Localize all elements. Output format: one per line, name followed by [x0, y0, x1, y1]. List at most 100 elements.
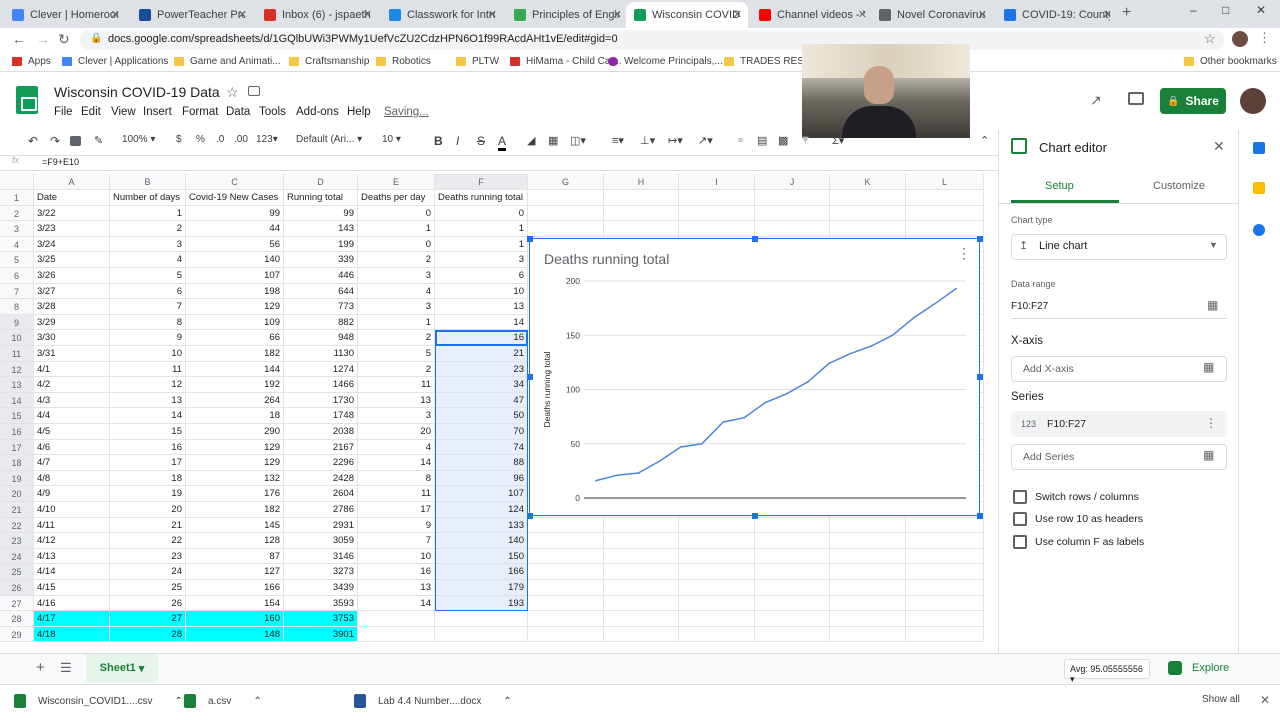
table-cell[interactable] — [906, 548, 984, 565]
table-cell[interactable] — [830, 611, 906, 627]
bookmark-item[interactable]: Game and Animati... — [174, 56, 281, 67]
explore-button[interactable]: Explore — [1192, 662, 1229, 674]
table-cell[interactable] — [830, 533, 906, 549]
table-cell[interactable]: 4/16 — [34, 595, 110, 612]
table-cell[interactable]: 140 — [186, 252, 284, 268]
table-cell[interactable]: 148 — [186, 626, 284, 643]
vertical-align-icon[interactable]: ⊥▾ — [640, 134, 655, 147]
table-cell[interactable]: 14 — [358, 455, 435, 471]
paint-format-icon[interactable]: ✎ — [94, 134, 103, 147]
saving-status[interactable]: Saving... — [384, 106, 429, 118]
browser-tab[interactable]: Novel Coronavirus ✕ — [871, 2, 993, 28]
row-header[interactable]: 2 — [0, 205, 34, 222]
menu-data[interactable]: Data — [226, 106, 250, 118]
table-cell[interactable]: 109 — [186, 314, 284, 331]
column-title-cell[interactable]: Number of days — [110, 190, 186, 206]
insert-comment-icon[interactable]: ▤ — [757, 134, 767, 147]
table-cell[interactable] — [830, 517, 906, 534]
row-header[interactable]: 6 — [0, 268, 34, 284]
table-cell[interactable]: 1 — [358, 314, 435, 331]
table-cell[interactable]: 23 — [110, 548, 186, 565]
table-cell[interactable]: 4 — [110, 252, 186, 268]
row-header[interactable]: 21 — [0, 502, 34, 518]
table-cell[interactable]: 4/3 — [34, 392, 110, 409]
column-header[interactable]: A — [34, 174, 110, 190]
table-cell[interactable]: 132 — [186, 470, 284, 487]
column-title-cell[interactable]: Date — [34, 190, 110, 206]
table-cell[interactable]: 5 — [110, 268, 186, 284]
close-tab-icon[interactable]: ✕ — [1103, 8, 1112, 21]
data-range-input[interactable]: F10:F27 — [1011, 301, 1048, 312]
table-cell[interactable] — [906, 611, 984, 627]
table-cell[interactable] — [435, 626, 528, 643]
checkbox-row-headers[interactable] — [1013, 512, 1027, 526]
table-cell[interactable]: 2428 — [284, 470, 358, 487]
table-cell[interactable]: 22 — [110, 533, 186, 549]
activity-icon[interactable]: ↗ — [1090, 92, 1102, 109]
table-cell[interactable]: 2786 — [284, 502, 358, 518]
table-cell[interactable] — [679, 580, 755, 596]
column-header[interactable]: E — [358, 174, 435, 190]
table-cell[interactable]: 144 — [186, 361, 284, 378]
explore-icon[interactable] — [1168, 661, 1182, 675]
table-cell[interactable] — [528, 595, 604, 612]
row-header[interactable]: 26 — [0, 580, 34, 596]
reload-icon[interactable]: ↻ — [58, 31, 70, 48]
functions-icon[interactable]: Σ▾ — [832, 134, 844, 147]
star-bookmark-icon[interactable]: ☆ — [1204, 31, 1216, 47]
collapse-toolbar-icon[interactable]: ⌃ — [980, 134, 989, 147]
table-cell[interactable]: 1130 — [284, 346, 358, 362]
table-cell[interactable]: 9 — [358, 517, 435, 534]
horizontal-align-icon[interactable]: ≡▾ — [612, 134, 624, 147]
column-header[interactable]: H — [604, 174, 679, 190]
table-cell[interactable]: 17 — [358, 502, 435, 518]
row-header[interactable]: 27 — [0, 595, 34, 612]
grid-icon[interactable]: ▦ — [1203, 448, 1214, 462]
table-cell[interactable]: 166 — [186, 580, 284, 596]
table-cell[interactable]: 66 — [186, 330, 284, 346]
table-cell[interactable] — [528, 517, 604, 534]
table-cell[interactable]: 3/22 — [34, 205, 110, 222]
table-cell[interactable]: 7 — [358, 533, 435, 549]
filter-icon[interactable]: ▼ — [800, 134, 811, 146]
table-cell[interactable]: 10 — [435, 283, 528, 300]
series-line[interactable] — [595, 287, 957, 482]
tasks-icon[interactable] — [1253, 224, 1265, 236]
table-cell[interactable] — [528, 533, 604, 549]
table-cell[interactable]: 2167 — [284, 439, 358, 456]
table-cell[interactable]: 3/26 — [34, 268, 110, 284]
select-all-corner[interactable] — [0, 174, 34, 190]
table-cell[interactable]: 3/28 — [34, 299, 110, 315]
keep-icon[interactable] — [1253, 182, 1265, 194]
table-cell[interactable] — [528, 221, 604, 237]
tab-customize[interactable]: Customize — [1153, 180, 1205, 192]
table-cell[interactable] — [906, 595, 984, 612]
table-cell[interactable] — [604, 533, 679, 549]
merge-cells-icon[interactable]: ◫▾ — [570, 134, 586, 147]
column-title-cell[interactable] — [830, 190, 906, 206]
insert-chart-icon[interactable]: ▩ — [778, 134, 788, 147]
table-cell[interactable]: 3753 — [284, 611, 358, 627]
table-cell[interactable]: 8 — [358, 470, 435, 487]
table-cell[interactable]: 11 — [110, 361, 186, 378]
font-size-select[interactable]: 10 ▾ — [382, 134, 401, 145]
table-cell[interactable]: 21 — [110, 517, 186, 534]
table-cell[interactable] — [906, 564, 984, 580]
row-header[interactable]: 13 — [0, 377, 34, 393]
table-cell[interactable] — [679, 548, 755, 565]
resize-handle[interactable] — [527, 513, 533, 519]
line-chart[interactable]: Deaths running total ⋮ 0 50 100 150 200 Death… — [527, 236, 983, 519]
column-header[interactable]: K — [830, 174, 906, 190]
table-cell[interactable]: 15 — [110, 424, 186, 440]
column-title-cell[interactable] — [906, 190, 984, 206]
table-cell[interactable]: 6 — [435, 268, 528, 284]
table-cell[interactable]: 13 — [358, 580, 435, 596]
table-cell[interactable]: 4/10 — [34, 502, 110, 518]
bookmark-item[interactable]: PLTW — [456, 56, 499, 67]
table-cell[interactable]: 2 — [110, 221, 186, 237]
table-cell[interactable] — [906, 626, 984, 643]
table-cell[interactable] — [755, 626, 830, 643]
table-cell[interactable]: 0 — [358, 205, 435, 222]
column-header[interactable]: C — [186, 174, 284, 190]
table-cell[interactable]: 27 — [110, 611, 186, 627]
